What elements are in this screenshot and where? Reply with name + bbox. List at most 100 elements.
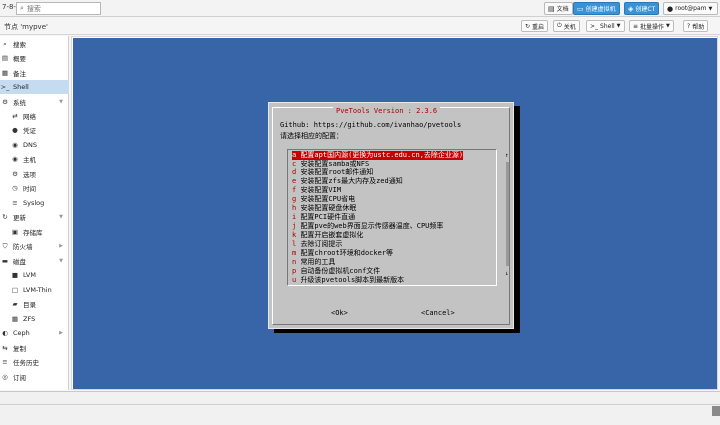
archive-icon: ▣ (11, 228, 19, 236)
sidebar-item-ceph[interactable]: ◐ Ceph ▶ (0, 326, 69, 340)
certificate-icon: ● (12, 126, 18, 134)
scroll-up-indicator: ↑ (505, 152, 509, 159)
sidebar-item-disks[interactable]: ▬ 磁盘 ▼ (0, 254, 69, 268)
prompt-line: 请选择相应的配置： (280, 132, 343, 140)
shutdown-button[interactable]: ⏻ 关机 (553, 20, 580, 32)
ok-button[interactable]: <Ok> (331, 309, 348, 317)
sidebar-item-task-history[interactable]: ≡ 任务历史 (0, 355, 69, 369)
menu-item[interactable]: l 去除订阅提示 (292, 240, 342, 249)
sidebar-item-directory[interactable]: ▰ 目录 (0, 297, 69, 311)
folder-icon: ▰ (12, 300, 18, 308)
chevron-down-icon: ▼ (59, 258, 63, 264)
sidebar-item-hosts[interactable]: ◉ 主机 (0, 152, 69, 166)
sidebar-item-zfs[interactable]: ▦ ZFS (0, 312, 69, 326)
sidebar-item-notes[interactable]: ▦ 备注 (0, 66, 69, 80)
sidebar-item-updates[interactable]: ↻ 更新 ▼ (0, 210, 69, 224)
chevron-down-icon: ▼ (59, 214, 63, 220)
create-ct-button[interactable]: ◈ 创建CT (624, 2, 660, 15)
shield-icon: ⛉ (2, 241, 8, 250)
panel-splitter[interactable] (0, 404, 720, 405)
chevron-down-icon: ▼ (708, 5, 713, 12)
sidebar-item-subscription[interactable]: ◎ 订阅 (0, 370, 69, 384)
network-icon: ⇄ (12, 112, 18, 120)
sidebar-item-syslog[interactable]: ≡ Syslog (0, 196, 69, 210)
menu-item[interactable]: m 配置chroot环境和docker等 (292, 249, 393, 258)
chevron-right-icon: ▶ (59, 330, 63, 336)
menu-item[interactable]: j 配置pve的web界面显示传感器温度、CPU频率 (292, 222, 443, 231)
collapse-handle[interactable] (712, 406, 720, 416)
sidebar-item-repositories[interactable]: ▣ 存储库 (0, 225, 69, 239)
cube-icon: ◈ (628, 4, 634, 13)
menu-item[interactable]: a 配置apt国内源(更换为ustc.edu.cn,去除企业源) (292, 151, 464, 160)
terminal-icon: >_ (590, 22, 599, 30)
sidebar-item-dns[interactable]: ◉ DNS (0, 138, 69, 152)
dialog-title: PveTools Version : 2.3.6 (333, 107, 441, 115)
book-icon: ▤ (548, 4, 555, 13)
bulk-actions-button[interactable]: ≡ 批量操作 ▼ (629, 20, 674, 32)
chevron-down-icon: ▼ (616, 23, 621, 29)
sidebar-item-system[interactable]: ⚙ 系统 ▼ (0, 95, 69, 109)
menu-item[interactable]: p 自动备份虚拟机conf文件 (292, 267, 380, 276)
retweet-icon: ⇆ (2, 344, 8, 352)
user-icon: ● (667, 4, 674, 13)
menu-item[interactable]: i 配置PCI硬件直通 (292, 213, 355, 222)
chevron-down-icon: ▼ (59, 99, 63, 105)
page-title: 节点 'mypve' (4, 23, 48, 31)
sidebar-item-network[interactable]: ⇄ 网络 (0, 109, 69, 123)
sidebar-item-firewall[interactable]: ⛉ 防火墙 ▶ (0, 239, 69, 253)
terminal-icon: >_ (0, 83, 10, 91)
search-icon: ⌕ (3, 39, 7, 48)
terminal-screen[interactable]: PveTools Version : 2.3.6 Github: https:/… (73, 38, 717, 389)
menu-item[interactable]: k 配置开启嵌套虚拟化 (292, 231, 363, 240)
ceph-icon: ◐ (2, 329, 8, 337)
chevron-right-icon: ▶ (59, 243, 63, 249)
sidebar-item-lvm[interactable]: ■ LVM (0, 268, 69, 282)
search-icon: ⌕ (20, 4, 24, 12)
sidebar-item-summary[interactable]: ▤ 概要 (0, 51, 69, 65)
node-header: 节点 'mypve' ↻ 重启 ⏻ 关机 >_ Shell ▼ ≡ 批量操作 ▼ ? 帮助 (0, 17, 720, 35)
gear-icon: ⚙ (2, 98, 8, 106)
globe-icon: ◉ (12, 155, 18, 163)
help-button[interactable]: ? 帮助 (683, 20, 709, 32)
sidebar-item-time[interactable]: ◷ 时间 (0, 181, 69, 195)
square-icon: ■ (11, 271, 19, 279)
github-line: Github: https://github.com/ivanhao/pveto… (280, 121, 462, 129)
monitor-icon: ▭ (577, 4, 584, 13)
support-icon: ◎ (2, 373, 8, 381)
menu-item[interactable]: n 常用的工具 (292, 258, 335, 267)
sidebar-item-replication[interactable]: ⇆ 复制 (0, 341, 69, 355)
menu-item[interactable]: h 安装配置硬盘休眠 (292, 204, 356, 213)
list-icon: ≡ (2, 358, 8, 366)
menu-item[interactable]: e 安装配置zfs最大内存及zed通知 (292, 177, 403, 186)
menu-item[interactable]: g 安装配置CPU省电 (292, 195, 355, 204)
search-box[interactable]: ⌕ (16, 2, 101, 15)
cancel-button[interactable]: <Cancel> (421, 309, 455, 317)
restart-button[interactable]: ↻ 重启 (521, 20, 549, 32)
power-icon: ⏻ (557, 22, 562, 29)
create-vm-button[interactable]: ▭ 创建虚拟机 (573, 2, 620, 15)
docs-button[interactable]: ▤ 文档 (544, 2, 573, 15)
clock-icon: ◷ (12, 184, 18, 192)
scroll-down-indicator: ↓ (505, 270, 509, 277)
square-outline-icon: □ (11, 286, 19, 294)
menu-scrollbar[interactable] (506, 162, 509, 266)
sidebar-item-options[interactable]: ⚙ 选项 (0, 167, 69, 181)
sidebar-item-search[interactable]: ⌕ 搜索 (0, 37, 69, 51)
menu-list: a 配置apt国内源(更换为ustc.edu.cn,去除企业源) c 安装配置s… (287, 149, 509, 286)
shell-button[interactable]: >_ Shell ▼ (586, 20, 625, 32)
menu-item[interactable]: d 安装配置root邮件通知 (292, 168, 373, 177)
globe-icon: ◉ (12, 141, 18, 149)
shell-panel: PveTools Version : 2.3.6 Github: https:/… (71, 36, 718, 390)
search-input[interactable] (26, 4, 97, 13)
refresh-icon: ↻ (525, 22, 531, 30)
task-log-panel (0, 391, 720, 425)
sidebar-item-shell[interactable]: >_ Shell (0, 80, 69, 94)
menu-item[interactable]: u 升级该pvetools脚本到最新版本 (292, 276, 404, 285)
top-toolbar: 7-8-3 ⌕ ▤文档 ▭创建虚拟机 ◈创建CT ●root@pam▼ (0, 0, 720, 17)
sidebar-item-certificates[interactable]: ● 凭证 (0, 123, 69, 137)
user-menu-button[interactable]: ● root@pam ▼ (663, 2, 718, 15)
gear-icon: ⚙ (12, 170, 18, 178)
sidebar-item-lvm-thin[interactable]: □ LVM-Thin (0, 283, 69, 297)
menu-item[interactable]: f 安装配置VIM (292, 186, 341, 195)
refresh-icon: ↻ (2, 213, 8, 221)
